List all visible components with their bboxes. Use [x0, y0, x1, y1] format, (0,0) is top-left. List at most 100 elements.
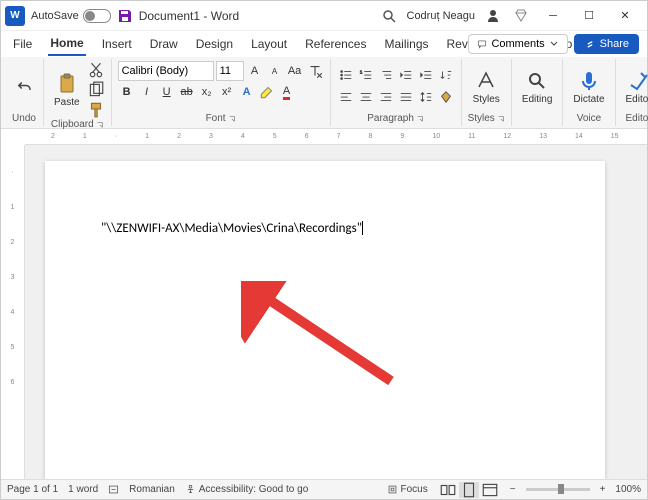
dictate-button[interactable]: Dictate — [569, 67, 608, 107]
autosave-toggle[interactable]: AutoSave — [31, 9, 111, 23]
document-title: Document1 - Word — [139, 9, 239, 23]
increase-indent-button[interactable] — [417, 66, 435, 84]
cut-button[interactable] — [87, 61, 105, 79]
strikethrough-button[interactable]: ab — [178, 83, 196, 101]
styles-button[interactable]: Styles — [469, 67, 504, 107]
language-indicator[interactable]: Romanian — [129, 484, 175, 495]
share-button[interactable]: Share — [574, 34, 639, 54]
grow-font-button[interactable]: A — [246, 62, 264, 80]
tab-file[interactable]: File — [11, 33, 34, 55]
editor-label: Editor — [626, 94, 648, 105]
font-color-button[interactable]: A — [278, 83, 296, 101]
zoom-slider[interactable] — [526, 488, 590, 491]
document-area: ·123456 "\\ZENWIFI-AX\Media\Movies\Crina… — [1, 145, 647, 479]
save-icon[interactable] — [117, 8, 133, 24]
undo-button[interactable] — [11, 76, 37, 98]
voice-group-label: Voice — [577, 113, 601, 124]
close-button[interactable]: ✕ — [607, 2, 643, 30]
ribbon-group-paragraph: 1 Paragraph — [331, 59, 462, 126]
horizontal-ruler[interactable]: 21·123456789101112131415 — [25, 129, 647, 145]
view-mode-buttons — [438, 482, 500, 498]
paragraph-group-label: Paragraph — [367, 113, 414, 124]
status-bar: Page 1 of 1 1 word Romanian Accessibilit… — [1, 479, 647, 499]
tab-insert[interactable]: Insert — [100, 33, 134, 55]
page-scroll-area[interactable]: "\\ZENWIFI-AX\Media\Movies\Crina\Recordi… — [25, 145, 647, 479]
editor-group-label: Editor — [626, 113, 648, 124]
paste-label: Paste — [54, 97, 80, 108]
comments-button[interactable]: Comments — [468, 34, 567, 54]
tab-home[interactable]: Home — [48, 32, 85, 56]
clear-formatting-button[interactable] — [306, 62, 324, 80]
shading-button[interactable] — [437, 88, 455, 106]
editor-button[interactable]: Editor — [622, 67, 648, 107]
font-size-select[interactable] — [216, 61, 244, 81]
chevron-down-icon — [549, 39, 559, 49]
word-count[interactable]: 1 word — [68, 484, 98, 495]
editing-button[interactable]: Editing — [518, 67, 557, 107]
align-right-button[interactable] — [377, 88, 395, 106]
decrease-indent-button[interactable] — [397, 66, 415, 84]
multilevel-list-button[interactable] — [377, 66, 395, 84]
accessibility-status[interactable]: Accessibility: Good to go — [185, 484, 309, 495]
comments-label: Comments — [491, 38, 544, 50]
ribbon-group-voice: Dictate Voice — [563, 59, 615, 126]
zoom-in-button[interactable]: + — [600, 484, 606, 495]
title-bar: W AutoSave Document1 - Word Codruț Neagu… — [1, 1, 647, 31]
window-controls: ─ ☐ ✕ — [535, 2, 643, 30]
superscript-button[interactable]: x² — [218, 83, 236, 101]
toggle-off-icon[interactable] — [83, 9, 111, 23]
dialog-launcher-icon[interactable] — [96, 121, 104, 129]
dialog-launcher-icon[interactable] — [416, 115, 424, 123]
tab-design[interactable]: Design — [194, 33, 235, 55]
styles-group-label: Styles — [468, 113, 495, 124]
share-label: Share — [600, 38, 629, 50]
sort-button[interactable] — [437, 66, 455, 84]
page-indicator[interactable]: Page 1 of 1 — [7, 484, 58, 495]
tab-layout[interactable]: Layout — [249, 33, 289, 55]
copy-button[interactable] — [87, 81, 105, 99]
align-center-button[interactable] — [357, 88, 375, 106]
editing-label: Editing — [522, 94, 553, 105]
document-body-text[interactable]: "\\ZENWIFI-AX\Media\Movies\Crina\Recordi… — [101, 221, 362, 236]
minimize-button[interactable]: ─ — [535, 2, 571, 30]
maximize-button[interactable]: ☐ — [571, 2, 607, 30]
undo-group-label: Undo — [12, 113, 36, 124]
font-name-select[interactable] — [118, 61, 214, 81]
focus-mode-button[interactable]: Focus — [387, 484, 428, 495]
print-layout-button[interactable] — [459, 482, 479, 498]
vertical-ruler[interactable]: ·123456 — [1, 145, 25, 479]
shrink-font-button[interactable]: A — [266, 62, 284, 80]
italic-button[interactable]: I — [138, 83, 156, 101]
line-spacing-button[interactable] — [417, 88, 435, 106]
bullets-button[interactable] — [337, 66, 355, 84]
svg-text:1: 1 — [359, 69, 362, 74]
tab-mailings[interactable]: Mailings — [382, 33, 430, 55]
dialog-launcher-icon[interactable] — [497, 115, 505, 123]
underline-button[interactable]: U — [158, 83, 176, 101]
font-group-label: Font — [206, 113, 226, 124]
format-painter-button[interactable] — [87, 101, 105, 119]
zoom-level[interactable]: 100% — [615, 484, 641, 495]
subscript-button[interactable]: x₂ — [198, 83, 216, 101]
document-page[interactable]: "\\ZENWIFI-AX\Media\Movies\Crina\Recordi… — [45, 161, 605, 479]
justify-button[interactable] — [397, 88, 415, 106]
user-avatar-icon[interactable] — [485, 8, 501, 24]
premium-diamond-icon[interactable] — [513, 8, 529, 24]
dialog-launcher-icon[interactable] — [228, 115, 236, 123]
text-effects-button[interactable]: A — [238, 83, 256, 101]
change-case-button[interactable]: Aa — [286, 62, 304, 80]
search-icon[interactable] — [381, 8, 397, 24]
numbering-button[interactable]: 1 — [357, 66, 375, 84]
ribbon-group-undo: Undo — [5, 59, 44, 126]
spellcheck-icon[interactable] — [108, 484, 119, 495]
zoom-out-button[interactable]: − — [510, 484, 516, 495]
bold-button[interactable]: B — [118, 83, 136, 101]
highlight-button[interactable] — [258, 83, 276, 101]
web-layout-button[interactable] — [480, 482, 500, 498]
tab-references[interactable]: References — [303, 33, 368, 55]
tab-draw[interactable]: Draw — [148, 33, 180, 55]
align-left-button[interactable] — [337, 88, 355, 106]
autosave-label: AutoSave — [31, 10, 79, 22]
paste-button[interactable]: Paste — [50, 70, 84, 110]
read-mode-button[interactable] — [438, 482, 458, 498]
